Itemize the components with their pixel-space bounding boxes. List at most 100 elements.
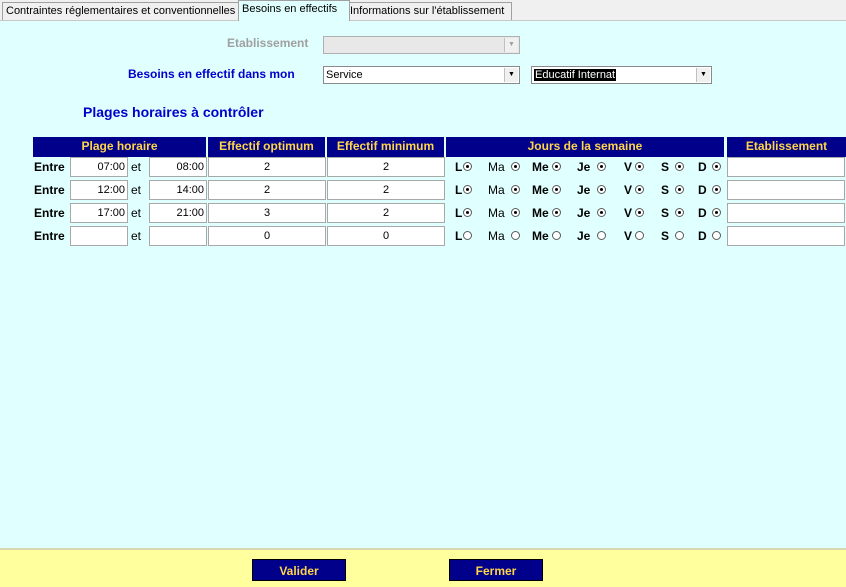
footer-bar: Valider Fermer bbox=[0, 548, 846, 587]
end-time-input[interactable]: 21:00 bbox=[149, 203, 207, 223]
day-label: Je bbox=[577, 206, 591, 220]
day-radio[interactable] bbox=[675, 208, 684, 217]
service2-combo[interactable]: Educatif Internat ▼ bbox=[531, 66, 712, 84]
start-time-input[interactable]: 17:00 bbox=[70, 203, 128, 223]
day-radio[interactable] bbox=[463, 162, 472, 171]
day-label: L bbox=[455, 183, 463, 197]
day-label: D bbox=[698, 229, 707, 243]
day-label: S bbox=[661, 160, 670, 174]
start-time-input[interactable]: 12:00 bbox=[70, 180, 128, 200]
chevron-down-icon[interactable]: ▼ bbox=[696, 68, 710, 82]
day-radio[interactable] bbox=[463, 231, 472, 240]
minimum-input[interactable]: 2 bbox=[327, 203, 445, 223]
day-radio[interactable] bbox=[675, 162, 684, 171]
day-label: Me bbox=[532, 160, 549, 174]
header-etablissement: Etablissement bbox=[727, 137, 846, 157]
chevron-down-icon[interactable]: ▼ bbox=[504, 68, 518, 82]
etablissement-input[interactable] bbox=[727, 203, 845, 223]
etablissement-label: Etablissement bbox=[227, 36, 309, 50]
day-label: V bbox=[624, 206, 633, 220]
day-radio[interactable] bbox=[635, 208, 644, 217]
day-radio[interactable] bbox=[552, 162, 561, 171]
minimum-input[interactable]: 2 bbox=[327, 157, 445, 177]
start-time-input[interactable] bbox=[70, 226, 128, 246]
header-jours-semaine: Jours de la semaine bbox=[446, 137, 724, 157]
day-radio[interactable] bbox=[712, 231, 721, 240]
day-radio[interactable] bbox=[712, 162, 721, 171]
fermer-button[interactable]: Fermer bbox=[449, 559, 543, 581]
day-label: Je bbox=[577, 183, 591, 197]
service-combo[interactable]: Service ▼ bbox=[323, 66, 520, 84]
day-radio[interactable] bbox=[597, 208, 606, 217]
day-radio[interactable] bbox=[675, 185, 684, 194]
valider-button[interactable]: Valider bbox=[252, 559, 346, 581]
day-radio[interactable] bbox=[635, 162, 644, 171]
day-radio[interactable] bbox=[511, 208, 520, 217]
day-radio[interactable] bbox=[511, 185, 520, 194]
day-radio[interactable] bbox=[712, 208, 721, 217]
day-radio[interactable] bbox=[712, 185, 721, 194]
etablissement-input[interactable] bbox=[727, 226, 845, 246]
day-radio[interactable] bbox=[463, 185, 472, 194]
day-radio[interactable] bbox=[552, 185, 561, 194]
day-radio[interactable] bbox=[552, 208, 561, 217]
optimum-input[interactable]: 2 bbox=[208, 180, 326, 200]
day-radio[interactable] bbox=[511, 162, 520, 171]
row-et-label: et bbox=[131, 183, 142, 197]
header-effectif-minimum: Effectif minimum bbox=[327, 137, 444, 157]
row-et-label: et bbox=[131, 229, 142, 243]
day-radio[interactable] bbox=[635, 185, 644, 194]
day-radio[interactable] bbox=[597, 185, 606, 194]
day-label: S bbox=[661, 183, 670, 197]
tab-bar: Contraintes réglementaires et convention… bbox=[0, 0, 846, 21]
day-radio[interactable] bbox=[552, 231, 561, 240]
minimum-input[interactable]: 0 bbox=[327, 226, 445, 246]
day-label: D bbox=[698, 183, 707, 197]
day-label: Me bbox=[532, 229, 549, 243]
service-value: Service bbox=[326, 69, 363, 81]
day-label: L bbox=[455, 229, 463, 243]
end-time-input[interactable]: 14:00 bbox=[149, 180, 207, 200]
day-label: Ma bbox=[488, 229, 505, 243]
day-radio[interactable] bbox=[511, 231, 520, 240]
day-label: D bbox=[698, 160, 707, 174]
day-label: Me bbox=[532, 206, 549, 220]
section-title: Plages horaires à contrôler bbox=[83, 104, 264, 120]
row-entre-label: Entre bbox=[34, 206, 65, 220]
day-label: S bbox=[661, 206, 670, 220]
row-entre-label: Entre bbox=[34, 183, 65, 197]
header-effectif-optimum: Effectif optimum bbox=[208, 137, 325, 157]
header-plage-horaire: Plage horaire bbox=[33, 137, 206, 157]
optimum-input[interactable]: 0 bbox=[208, 226, 326, 246]
chevron-down-icon[interactable]: ▼ bbox=[504, 38, 518, 52]
day-label: D bbox=[698, 206, 707, 220]
tab-contraintes[interactable]: Contraintes réglementaires et convention… bbox=[2, 2, 243, 20]
service2-value: Educatif Internat bbox=[534, 69, 617, 81]
day-radio[interactable] bbox=[597, 162, 606, 171]
day-radio[interactable] bbox=[635, 231, 644, 240]
tab-besoins-effectifs[interactable]: Besoins en effectifs bbox=[238, 0, 350, 21]
day-label: Me bbox=[532, 183, 549, 197]
day-radio[interactable] bbox=[597, 231, 606, 240]
row-et-label: et bbox=[131, 206, 142, 220]
etablissement-input[interactable] bbox=[727, 157, 845, 177]
day-radio[interactable] bbox=[675, 231, 684, 240]
day-label: S bbox=[661, 229, 670, 243]
etablissement-input[interactable] bbox=[727, 180, 845, 200]
day-label: Je bbox=[577, 160, 591, 174]
optimum-input[interactable]: 2 bbox=[208, 157, 326, 177]
optimum-input[interactable]: 3 bbox=[208, 203, 326, 223]
start-time-input[interactable]: 07:00 bbox=[70, 157, 128, 177]
minimum-input[interactable]: 2 bbox=[327, 180, 445, 200]
etablissement-combo[interactable]: ▼ bbox=[323, 36, 520, 54]
day-label: L bbox=[455, 206, 463, 220]
day-radio[interactable] bbox=[463, 208, 472, 217]
day-label: V bbox=[624, 160, 633, 174]
end-time-input[interactable] bbox=[149, 226, 207, 246]
day-label: V bbox=[624, 229, 633, 243]
end-time-input[interactable]: 08:00 bbox=[149, 157, 207, 177]
row-et-label: et bbox=[131, 160, 142, 174]
row-entre-label: Entre bbox=[34, 160, 65, 174]
tab-informations[interactable]: Informations sur l'établissement bbox=[346, 2, 512, 20]
besoins-panel bbox=[0, 20, 846, 549]
